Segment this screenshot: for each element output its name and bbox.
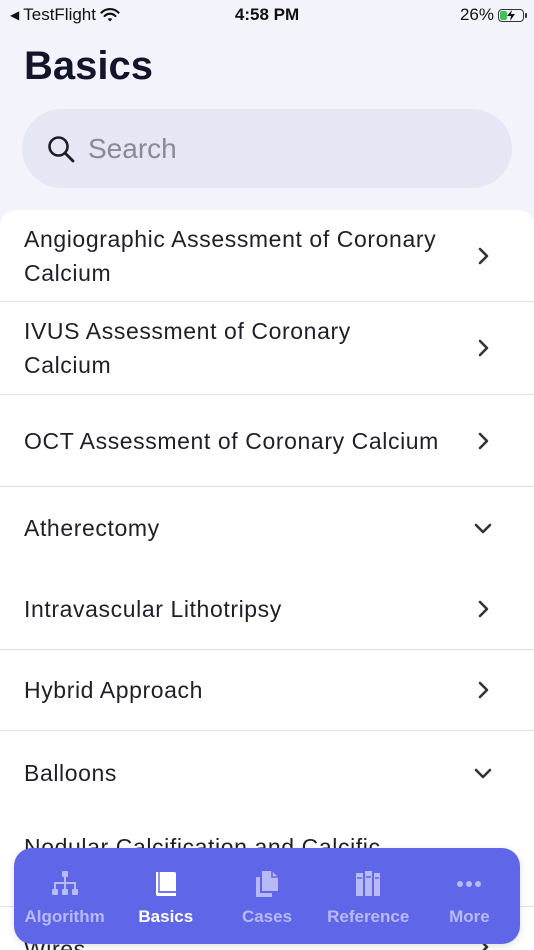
list-item-label: Hybrid Approach xyxy=(24,677,204,703)
status-time: 4:58 PM xyxy=(234,5,300,24)
list-item-label: Atherectomy xyxy=(24,515,160,541)
list-item[interactable]: Angiographic Assessment of Coronary Calc… xyxy=(0,210,534,302)
tab-label: Cases xyxy=(241,907,293,926)
list-item-label: OCT Assessment of Coronary Calcium xyxy=(24,427,439,454)
chevron-down-icon xyxy=(474,523,492,534)
list-item[interactable]: Hybrid Approach xyxy=(0,650,534,731)
book-icon xyxy=(155,872,176,896)
list-item[interactable]: Atherectomy xyxy=(0,487,534,569)
search-input[interactable] xyxy=(86,131,470,166)
tab-label: Basics xyxy=(138,907,194,926)
chevron-right-icon xyxy=(478,432,489,449)
chevron-right-icon xyxy=(478,339,489,357)
list-item[interactable]: Intravascular Lithotripsy xyxy=(0,569,534,650)
hierarchy-icon xyxy=(51,871,78,895)
tab-reference[interactable]: Reference xyxy=(318,848,419,944)
battery-percent: 26% xyxy=(459,5,494,24)
list-item[interactable]: IVUS Assessment of Coronary Calcium xyxy=(0,302,534,395)
tab-label: Reference xyxy=(327,907,410,926)
books-icon xyxy=(356,871,381,896)
list-item[interactable]: OCT Assessment of Coronary Calcium xyxy=(0,395,534,487)
status-right: 26% xyxy=(459,5,527,25)
tab-basics[interactable]: Basics xyxy=(115,848,216,944)
chevron-right-icon xyxy=(478,247,489,264)
tab-more[interactable]: More xyxy=(419,848,520,944)
tab-label: Algorithm xyxy=(24,907,105,926)
chevron-right-icon xyxy=(478,681,489,699)
topics-list: Angiographic Assessment of Coronary Calc… xyxy=(0,210,534,950)
list-item-label: Intravascular Lithotripsy xyxy=(24,596,282,622)
list-item-label: Balloons xyxy=(24,760,118,786)
status-bar: ◀ TestFlight 4:58 PM 26% xyxy=(0,0,534,30)
tab-label: More xyxy=(449,907,490,926)
chevron-down-icon xyxy=(474,768,492,779)
chevron-right-icon xyxy=(478,600,489,618)
search-bar[interactable] xyxy=(22,109,512,188)
list-item[interactable]: Balloons xyxy=(0,731,534,815)
page-title: Basics xyxy=(24,44,153,88)
list-item-label: IVUS Assessment of Coronary Calcium xyxy=(24,318,351,378)
list-item-label: Angiographic Assessment of Coronary Calc… xyxy=(24,225,437,286)
tab-bar: Algorithm Basics Cases Reference More xyxy=(14,848,520,944)
ellipsis-icon xyxy=(457,881,482,887)
search-icon xyxy=(48,135,75,162)
tab-cases[interactable]: Cases xyxy=(216,848,317,944)
tab-algorithm[interactable]: Algorithm xyxy=(14,848,115,944)
documents-icon xyxy=(256,871,278,897)
battery-icon xyxy=(498,8,527,22)
